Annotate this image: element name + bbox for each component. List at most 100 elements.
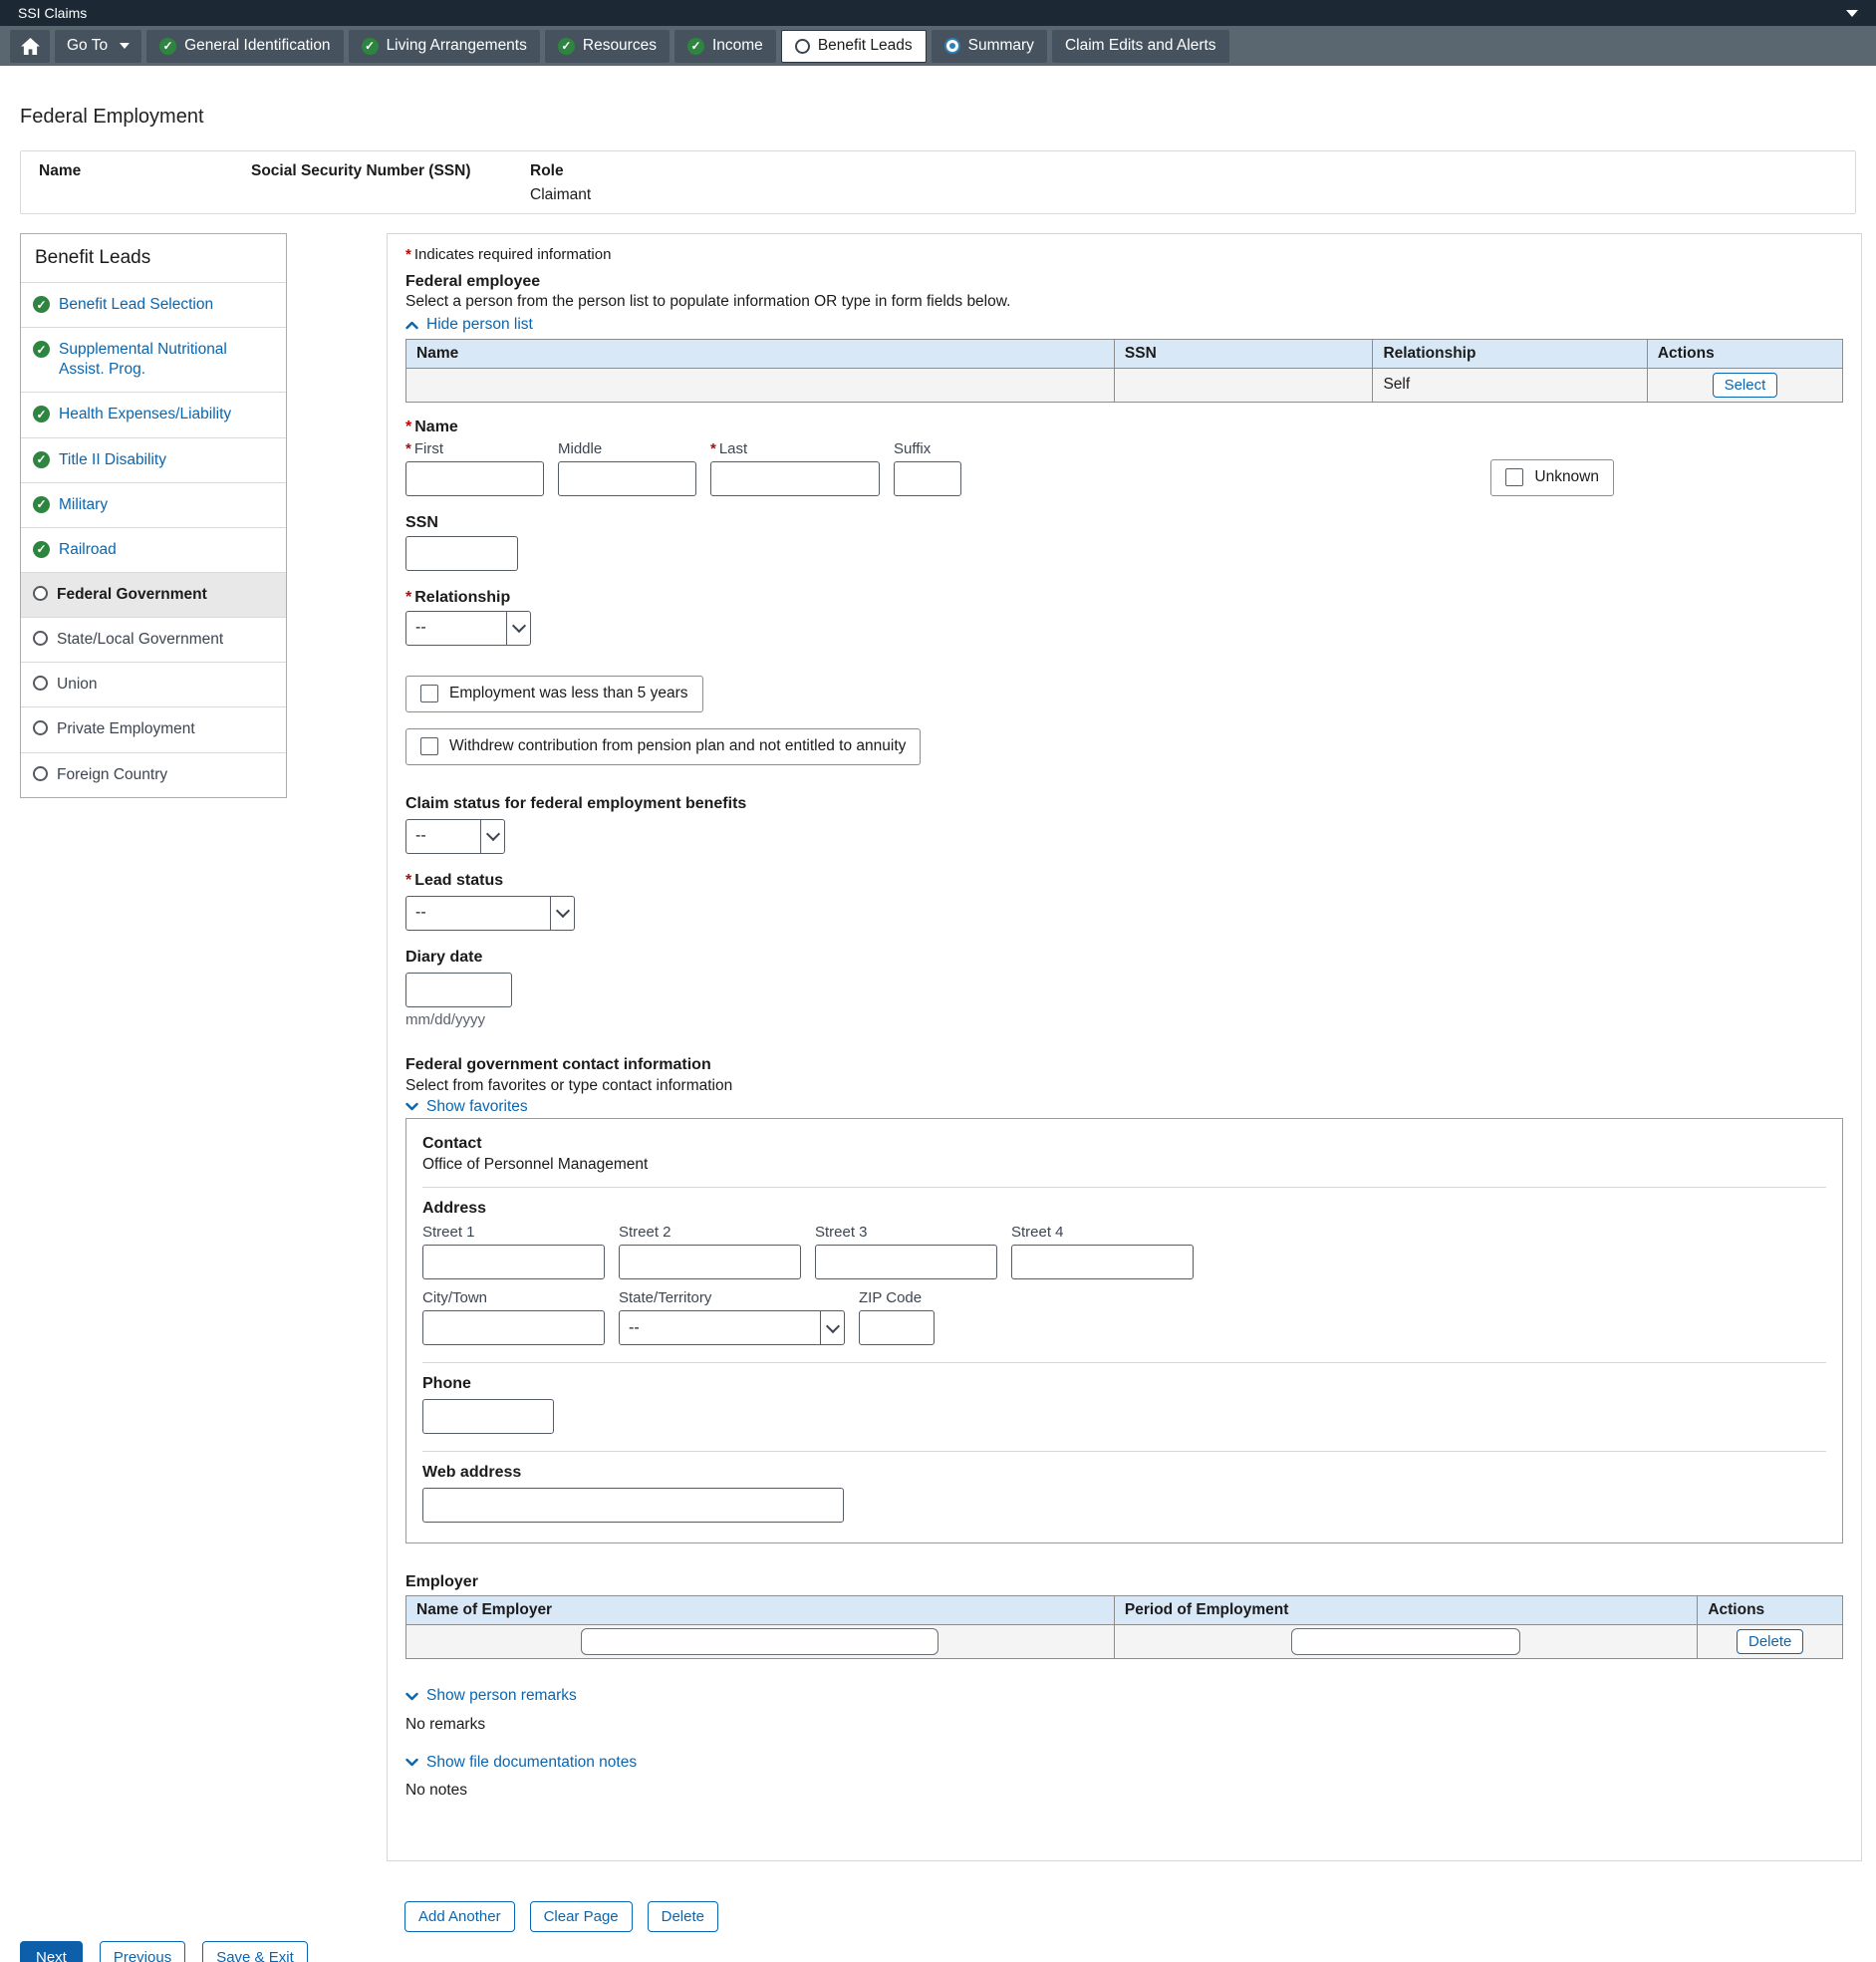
select-chevron-icon	[506, 612, 530, 645]
app-header: SSI Claims	[0, 0, 1876, 26]
tab-label: Living Arrangements	[387, 37, 527, 55]
sidebar-title: Benefit Leads	[21, 234, 286, 282]
delete-button[interactable]: Delete	[648, 1901, 718, 1932]
name-section-label: *Name	[405, 419, 1843, 436]
unknown-checkbox[interactable]	[1505, 468, 1523, 486]
sidebar-item-private-employment[interactable]: Private Employment	[21, 706, 286, 751]
summary-progress-icon	[944, 38, 960, 54]
relationship-label: *Relationship	[405, 589, 1843, 607]
benefit-leads-sidebar: Benefit Leads ✓ Benefit Lead Selection ✓…	[20, 233, 287, 798]
sidebar-item-state-local-government[interactable]: State/Local Government	[21, 617, 286, 662]
complete-check-icon: ✓	[33, 496, 50, 513]
state-select[interactable]: --	[619, 1310, 845, 1345]
employer-table: Name of Employer Period of Employment Ac…	[405, 1595, 1843, 1659]
street1-input[interactable]	[422, 1245, 605, 1279]
ssn-input[interactable]	[405, 536, 518, 571]
street3-input[interactable]	[815, 1245, 997, 1279]
address-label: Address	[422, 1200, 1826, 1218]
pending-circle-icon	[33, 631, 48, 646]
sidebar-item-union[interactable]: Union	[21, 662, 286, 706]
web-address-input[interactable]	[422, 1488, 844, 1523]
middle-name-input[interactable]	[558, 461, 696, 496]
federal-employee-heading: Federal employee	[405, 273, 1843, 291]
app-menu-caret-icon[interactable]	[1846, 10, 1858, 17]
street2-input[interactable]	[619, 1245, 801, 1279]
claim-status-label: Claim status for federal employment bene…	[405, 795, 1843, 813]
sidebar-item-railroad[interactable]: ✓ Railroad	[21, 527, 286, 572]
tab-summary[interactable]: Summary	[932, 30, 1047, 63]
tab-label: General Identification	[184, 37, 330, 55]
show-person-remarks-link[interactable]: Show person remarks	[405, 1687, 577, 1705]
diary-date-input[interactable]	[405, 973, 512, 1007]
sidebar-item-supplemental-nutritional[interactable]: ✓ Supplemental Nutritional Assist. Prog.	[21, 327, 286, 392]
no-remarks-text: No remarks	[405, 1716, 1843, 1734]
select-chevron-icon	[550, 897, 574, 930]
street4-input[interactable]	[1011, 1245, 1194, 1279]
pending-circle-icon	[33, 766, 48, 781]
lead-status-select[interactable]: --	[405, 896, 575, 931]
employer-name-input[interactable]	[581, 1628, 938, 1655]
previous-button[interactable]: Previous	[100, 1941, 185, 1962]
show-favorites-link[interactable]: Show favorites	[405, 1098, 528, 1116]
home-button[interactable]	[10, 30, 50, 63]
chevron-down-icon	[405, 1758, 418, 1767]
sidebar-item-title-2-disability[interactable]: ✓ Title II Disability	[21, 437, 286, 482]
employment-less-5-years-checkbox[interactable]	[420, 685, 438, 702]
person-table-header-row: Name SSN Relationship Actions	[406, 339, 1843, 368]
delete-employer-button[interactable]: Delete	[1737, 1629, 1803, 1654]
divider	[422, 1362, 1826, 1363]
period-of-employment-input[interactable]	[1291, 1628, 1520, 1655]
tab-general-identification[interactable]: ✓ General Identification	[146, 30, 343, 63]
employer-header-period: Period of Employment	[1114, 1596, 1697, 1625]
select-chevron-icon	[820, 1311, 844, 1344]
complete-check-icon: ✓	[33, 451, 50, 468]
city-input[interactable]	[422, 1310, 605, 1345]
next-button[interactable]: Next	[20, 1941, 83, 1962]
withdrew-contribution-group: Withdrew contribution from pension plan …	[405, 728, 921, 765]
divider	[422, 1187, 1826, 1188]
select-person-button[interactable]: Select	[1713, 373, 1778, 398]
employment-less-5-years-group: Employment was less than 5 years	[405, 676, 703, 712]
tab-claim-edits-and-alerts[interactable]: Claim Edits and Alerts	[1052, 30, 1229, 63]
add-another-button[interactable]: Add Another	[404, 1901, 515, 1932]
complete-check-icon: ✓	[33, 296, 50, 313]
suffix-input[interactable]	[894, 461, 961, 496]
sidebar-item-foreign-country[interactable]: Foreign Country	[21, 752, 286, 797]
clear-page-button[interactable]: Clear Page	[530, 1901, 633, 1932]
sidebar-item-health-expenses[interactable]: ✓ Health Expenses/Liability	[21, 392, 286, 436]
hide-person-list-link[interactable]: Hide person list	[405, 316, 533, 334]
primary-nav: Go To ✓ General Identification ✓ Living …	[0, 26, 1876, 66]
last-name-input[interactable]	[710, 461, 880, 496]
tab-living-arrangements[interactable]: ✓ Living Arrangements	[349, 30, 540, 63]
tab-benefit-leads[interactable]: Benefit Leads	[781, 30, 927, 63]
zip-label: ZIP Code	[859, 1289, 935, 1307]
street4-label: Street 4	[1011, 1224, 1194, 1242]
middle-name-label: Middle	[558, 440, 696, 458]
first-name-input[interactable]	[405, 461, 544, 496]
sidebar-item-benefit-lead-selection[interactable]: ✓ Benefit Lead Selection	[21, 282, 286, 327]
phone-input[interactable]	[422, 1399, 554, 1434]
person-ssn-cell	[1114, 368, 1373, 402]
web-address-label: Web address	[422, 1464, 1826, 1482]
tab-income[interactable]: ✓ Income	[674, 30, 776, 63]
employer-heading: Employer	[405, 1573, 1843, 1591]
sidebar-item-federal-government[interactable]: Federal Government	[21, 572, 286, 617]
goto-dropdown[interactable]: Go To	[55, 30, 141, 63]
person-name-label: Name	[39, 162, 251, 180]
tab-label: Benefit Leads	[818, 37, 913, 55]
sidebar-item-military[interactable]: ✓ Military	[21, 482, 286, 527]
employer-header-actions: Actions	[1698, 1596, 1843, 1625]
employer-header-name: Name of Employer	[406, 1596, 1115, 1625]
person-role-value: Claimant	[530, 186, 591, 204]
contact-label: Contact	[422, 1135, 1826, 1153]
withdrew-contribution-checkbox[interactable]	[420, 737, 438, 755]
street3-label: Street 3	[815, 1224, 997, 1242]
zip-input[interactable]	[859, 1310, 935, 1345]
save-and-exit-button[interactable]: Save & Exit	[202, 1941, 308, 1962]
active-circle-icon	[795, 39, 810, 54]
employer-table-row: Delete	[406, 1625, 1843, 1659]
tab-resources[interactable]: ✓ Resources	[545, 30, 670, 63]
show-file-documentation-notes-link[interactable]: Show file documentation notes	[405, 1754, 637, 1772]
claim-status-select[interactable]: --	[405, 819, 505, 854]
relationship-select[interactable]: --	[405, 611, 531, 646]
